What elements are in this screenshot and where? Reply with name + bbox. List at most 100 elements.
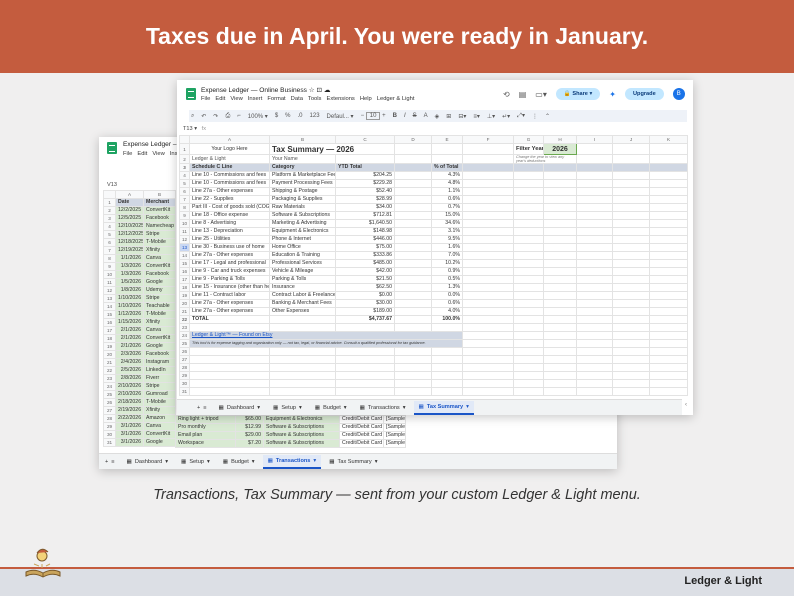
date-cell[interactable]: 2/4/2026 <box>115 358 144 367</box>
filter-year-input[interactable]: 2026 <box>543 143 577 155</box>
borders-icon[interactable]: ⊞ <box>446 113 451 120</box>
date-cell[interactable]: 1/3/2026 <box>115 270 144 279</box>
merchant-cell[interactable]: Namecheap <box>143 222 176 231</box>
name-box[interactable]: V13 <box>107 182 117 188</box>
merchant-cell[interactable]: Stripe <box>143 294 176 303</box>
redo-icon[interactable]: ↷ <box>213 113 218 120</box>
font-size-stepper[interactable]: − 10 + <box>361 112 386 120</box>
col-header[interactable]: F <box>462 135 514 144</box>
category-cell[interactable]: Shipping & Postage <box>269 187 336 196</box>
decimal-icon[interactable]: .0 <box>298 113 303 119</box>
schedule-c-cell[interactable]: Line 27a - Other expenses <box>189 251 270 260</box>
merchant-cell[interactable]: ConvertKit <box>143 334 176 343</box>
schedule-c-cell[interactable]: Line 27a - Other expenses <box>189 299 270 308</box>
tab-setup[interactable]: ▦ Setup ▾ <box>268 402 307 414</box>
merchant-cell[interactable]: Instagram <box>143 358 176 367</box>
date-cell[interactable]: 12/2/2025 <box>115 206 144 215</box>
merchant-cell[interactable]: Facebook <box>143 350 176 359</box>
pct-total-cell[interactable]: 15.0% <box>431 211 463 220</box>
category-cell[interactable]: Vehicle & Mileage <box>269 267 336 276</box>
date-cell[interactable]: 1/8/2026 <box>115 286 144 295</box>
merchant-cell[interactable]: Canva <box>143 254 176 263</box>
cell[interactable]: $7.20 <box>235 439 264 448</box>
avatar[interactable]: B <box>672 88 685 100</box>
fill-color-icon[interactable]: ◈ <box>435 113 440 120</box>
date-cell[interactable]: 3/1/2026 <box>115 438 144 447</box>
date-cell[interactable]: 12/10/2025 <box>115 222 144 231</box>
move-icon[interactable]: ⊡ <box>317 87 323 94</box>
ytd-total-cell[interactable]: $333.86 <box>335 251 395 260</box>
pct-total-cell[interactable]: 1.3% <box>431 283 463 292</box>
menu-view[interactable]: View <box>152 151 164 157</box>
col-header[interactable]: H <box>543 135 577 144</box>
schedule-c-cell[interactable]: Line 22 - Supplies <box>189 195 270 204</box>
date-cell[interactable]: 2/22/2026 <box>115 414 144 423</box>
tab-budget[interactable]: ▦ Budget ▾ <box>310 402 352 414</box>
wrap-icon[interactable]: ↵▾ <box>502 113 510 120</box>
merchant-cell[interactable]: T-Mobile <box>143 398 176 407</box>
merchant-cell[interactable]: Google <box>143 278 176 287</box>
ytd-total-cell[interactable]: $204.25 <box>335 171 395 180</box>
merchant-cell[interactable]: Google <box>143 342 176 351</box>
ytd-total-cell[interactable]: $62.50 <box>335 283 395 292</box>
menu-format[interactable]: Format <box>267 96 285 102</box>
rotate-icon[interactable]: ⤢▾ <box>517 112 525 120</box>
pct-total-cell[interactable]: 9.5% <box>431 235 463 244</box>
schedule-c-cell[interactable]: Line 10 - Commissions and fees <box>189 179 270 188</box>
ytd-total-cell[interactable]: $148.98 <box>335 227 395 236</box>
ytd-total-cell[interactable]: $0.00 <box>335 291 395 300</box>
menu-edit[interactable]: Edit <box>215 96 225 102</box>
cell[interactable]: Software & Subscriptions <box>263 423 340 432</box>
cell[interactable]: Credit/Debit Card <box>339 423 384 432</box>
schedule-c-cell[interactable]: Line 15 - Insurance (other than health) <box>189 283 270 292</box>
schedule-c-cell[interactable]: Line 9 - Parking & Tolls <box>189 275 270 284</box>
merchant-cell[interactable]: Fiverr <box>143 374 176 383</box>
merchant-cell[interactable]: Gumroad <box>143 390 176 399</box>
col-header[interactable]: G <box>513 135 544 144</box>
zoom-select[interactable]: 100% ▾ <box>248 113 268 120</box>
merchant-cell[interactable]: ConvertKit <box>143 430 176 439</box>
col-header[interactable]: B <box>143 190 176 199</box>
pct-total-cell[interactable]: 10.2% <box>431 259 463 268</box>
merchant-cell[interactable]: Canva <box>143 326 176 335</box>
menu-view[interactable]: View <box>230 96 242 102</box>
col-header[interactable]: A <box>115 190 144 199</box>
more-icon[interactable]: ⋮ <box>532 113 538 120</box>
pct-total-cell[interactable]: 1.6% <box>431 243 463 252</box>
add-sheet-icon[interactable]: + <box>105 459 108 465</box>
text-color-icon[interactable]: A <box>424 113 428 119</box>
merchant-cell[interactable]: T-Mobile <box>143 310 176 319</box>
paint-format-icon[interactable]: ⌐ <box>237 113 241 119</box>
tab-tax-summary[interactable]: ▦ Tax Summary ▾ <box>324 456 382 468</box>
ytd-total-cell[interactable]: $1,640.50 <box>335 219 395 228</box>
col-header[interactable]: E <box>431 135 463 144</box>
align-icon[interactable]: ≡▾ <box>473 113 480 120</box>
merchant-cell[interactable]: LinkedIn <box>143 366 176 375</box>
merchant-cell[interactable]: T-Mobile <box>143 238 176 247</box>
logo-placeholder[interactable]: Your Logo Here <box>189 143 270 155</box>
collapse-icon[interactable]: ⌃ <box>545 113 550 120</box>
category-cell[interactable]: Raw Materials <box>269 203 336 212</box>
add-sheet-icon[interactable]: + <box>197 405 200 411</box>
col-header[interactable]: C <box>335 135 395 144</box>
name-box[interactable]: T13 ▾ fx <box>183 126 206 132</box>
cell[interactable]: Pro monthly <box>175 423 236 432</box>
date-cell[interactable]: 1/10/2026 <box>115 302 144 311</box>
schedule-c-cell[interactable]: Part III - Cost of goods sold (COGS) <box>189 203 270 212</box>
schedule-c-cell[interactable]: Line 8 - Advertising <box>189 219 270 228</box>
menu-insert[interactable]: Insert <box>248 96 263 102</box>
date-cell[interactable]: 12/19/2025 <box>115 246 144 255</box>
cell[interactable]: [Sample] <box>383 423 406 432</box>
category-cell[interactable]: Professional Services <box>269 259 336 268</box>
ytd-total-cell[interactable]: $446.00 <box>335 235 395 244</box>
ytd-total-cell[interactable]: $34.00 <box>335 203 395 212</box>
tab-transactions[interactable]: ▦ Transactions ▾ <box>355 402 411 414</box>
ytd-total-cell[interactable]: $42.00 <box>335 267 395 276</box>
schedule-c-cell[interactable]: Line 17 - Legal and professional <box>189 259 270 268</box>
pct-total-cell[interactable]: 4.8% <box>431 179 463 188</box>
cell[interactable]: $29.00 <box>235 431 264 440</box>
date-cell[interactable]: 2/8/2026 <box>115 374 144 383</box>
merchant-cell[interactable]: Stripe <box>143 382 176 391</box>
cell[interactable]: Equipment & Electronics <box>263 415 340 424</box>
pct-total-cell[interactable]: 0.6% <box>431 195 463 204</box>
